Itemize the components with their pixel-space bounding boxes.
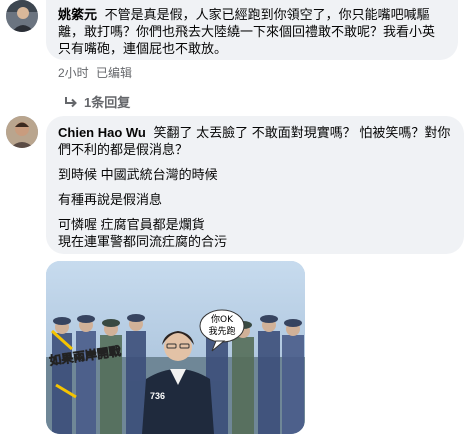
comment-author[interactable]: Chien Hao Wu <box>58 125 146 140</box>
comment-paragraph: 可憐喔 疘腐官員都是爛貨 現在連軍警都同流疘腐的合污 <box>58 217 228 249</box>
comment-timestamp[interactable]: 2小时 <box>58 66 89 80</box>
reply-arrow-icon <box>65 96 77 107</box>
edited-label: 已编辑 <box>96 66 133 80</box>
avatar-photo <box>6 0 38 32</box>
commenter-avatar[interactable] <box>6 116 38 148</box>
meme-photo: 736 你OK 我先跑 如果兩岸開戰 <box>46 261 305 434</box>
comment-bubble: Chien Hao Wu 笑翻了 太丟臉了 不敢面對現實嗎？ 怕被笑嗎？對你們不… <box>46 116 464 254</box>
comment-paragraph: 到時候 中國武統台灣的時候 <box>58 167 218 182</box>
commenter-avatar[interactable] <box>6 0 38 32</box>
replies-count: 1条回复 <box>84 95 131 110</box>
comment-paragraph: 有種再說是假消息 <box>58 192 163 207</box>
view-replies-link[interactable]: 1条回复 <box>64 92 130 111</box>
speech-bubble-line-2: 我先跑 <box>208 325 235 337</box>
avatar-photo <box>6 116 38 148</box>
speech-bubble-line-1: 你OK <box>211 313 234 325</box>
comment-bubble: 姚綮元 不管是真是假，人家已經跑到你領空了，你只能嘴吧喊驅離，敢打嗎？你們也飛去… <box>46 0 458 60</box>
comment-text: 不管是真是假，人家已經跑到你領空了，你只能嘴吧喊驅離，敢打嗎？你們也飛去大陸繞一… <box>58 7 436 56</box>
comment-attachment-image[interactable]: 736 你OK 我先跑 如果兩岸開戰 <box>46 261 305 434</box>
comment-meta: 2小时 已编辑 <box>58 64 132 81</box>
jacket-text: 736 <box>150 391 165 401</box>
comment-author[interactable]: 姚綮元 <box>58 7 97 22</box>
